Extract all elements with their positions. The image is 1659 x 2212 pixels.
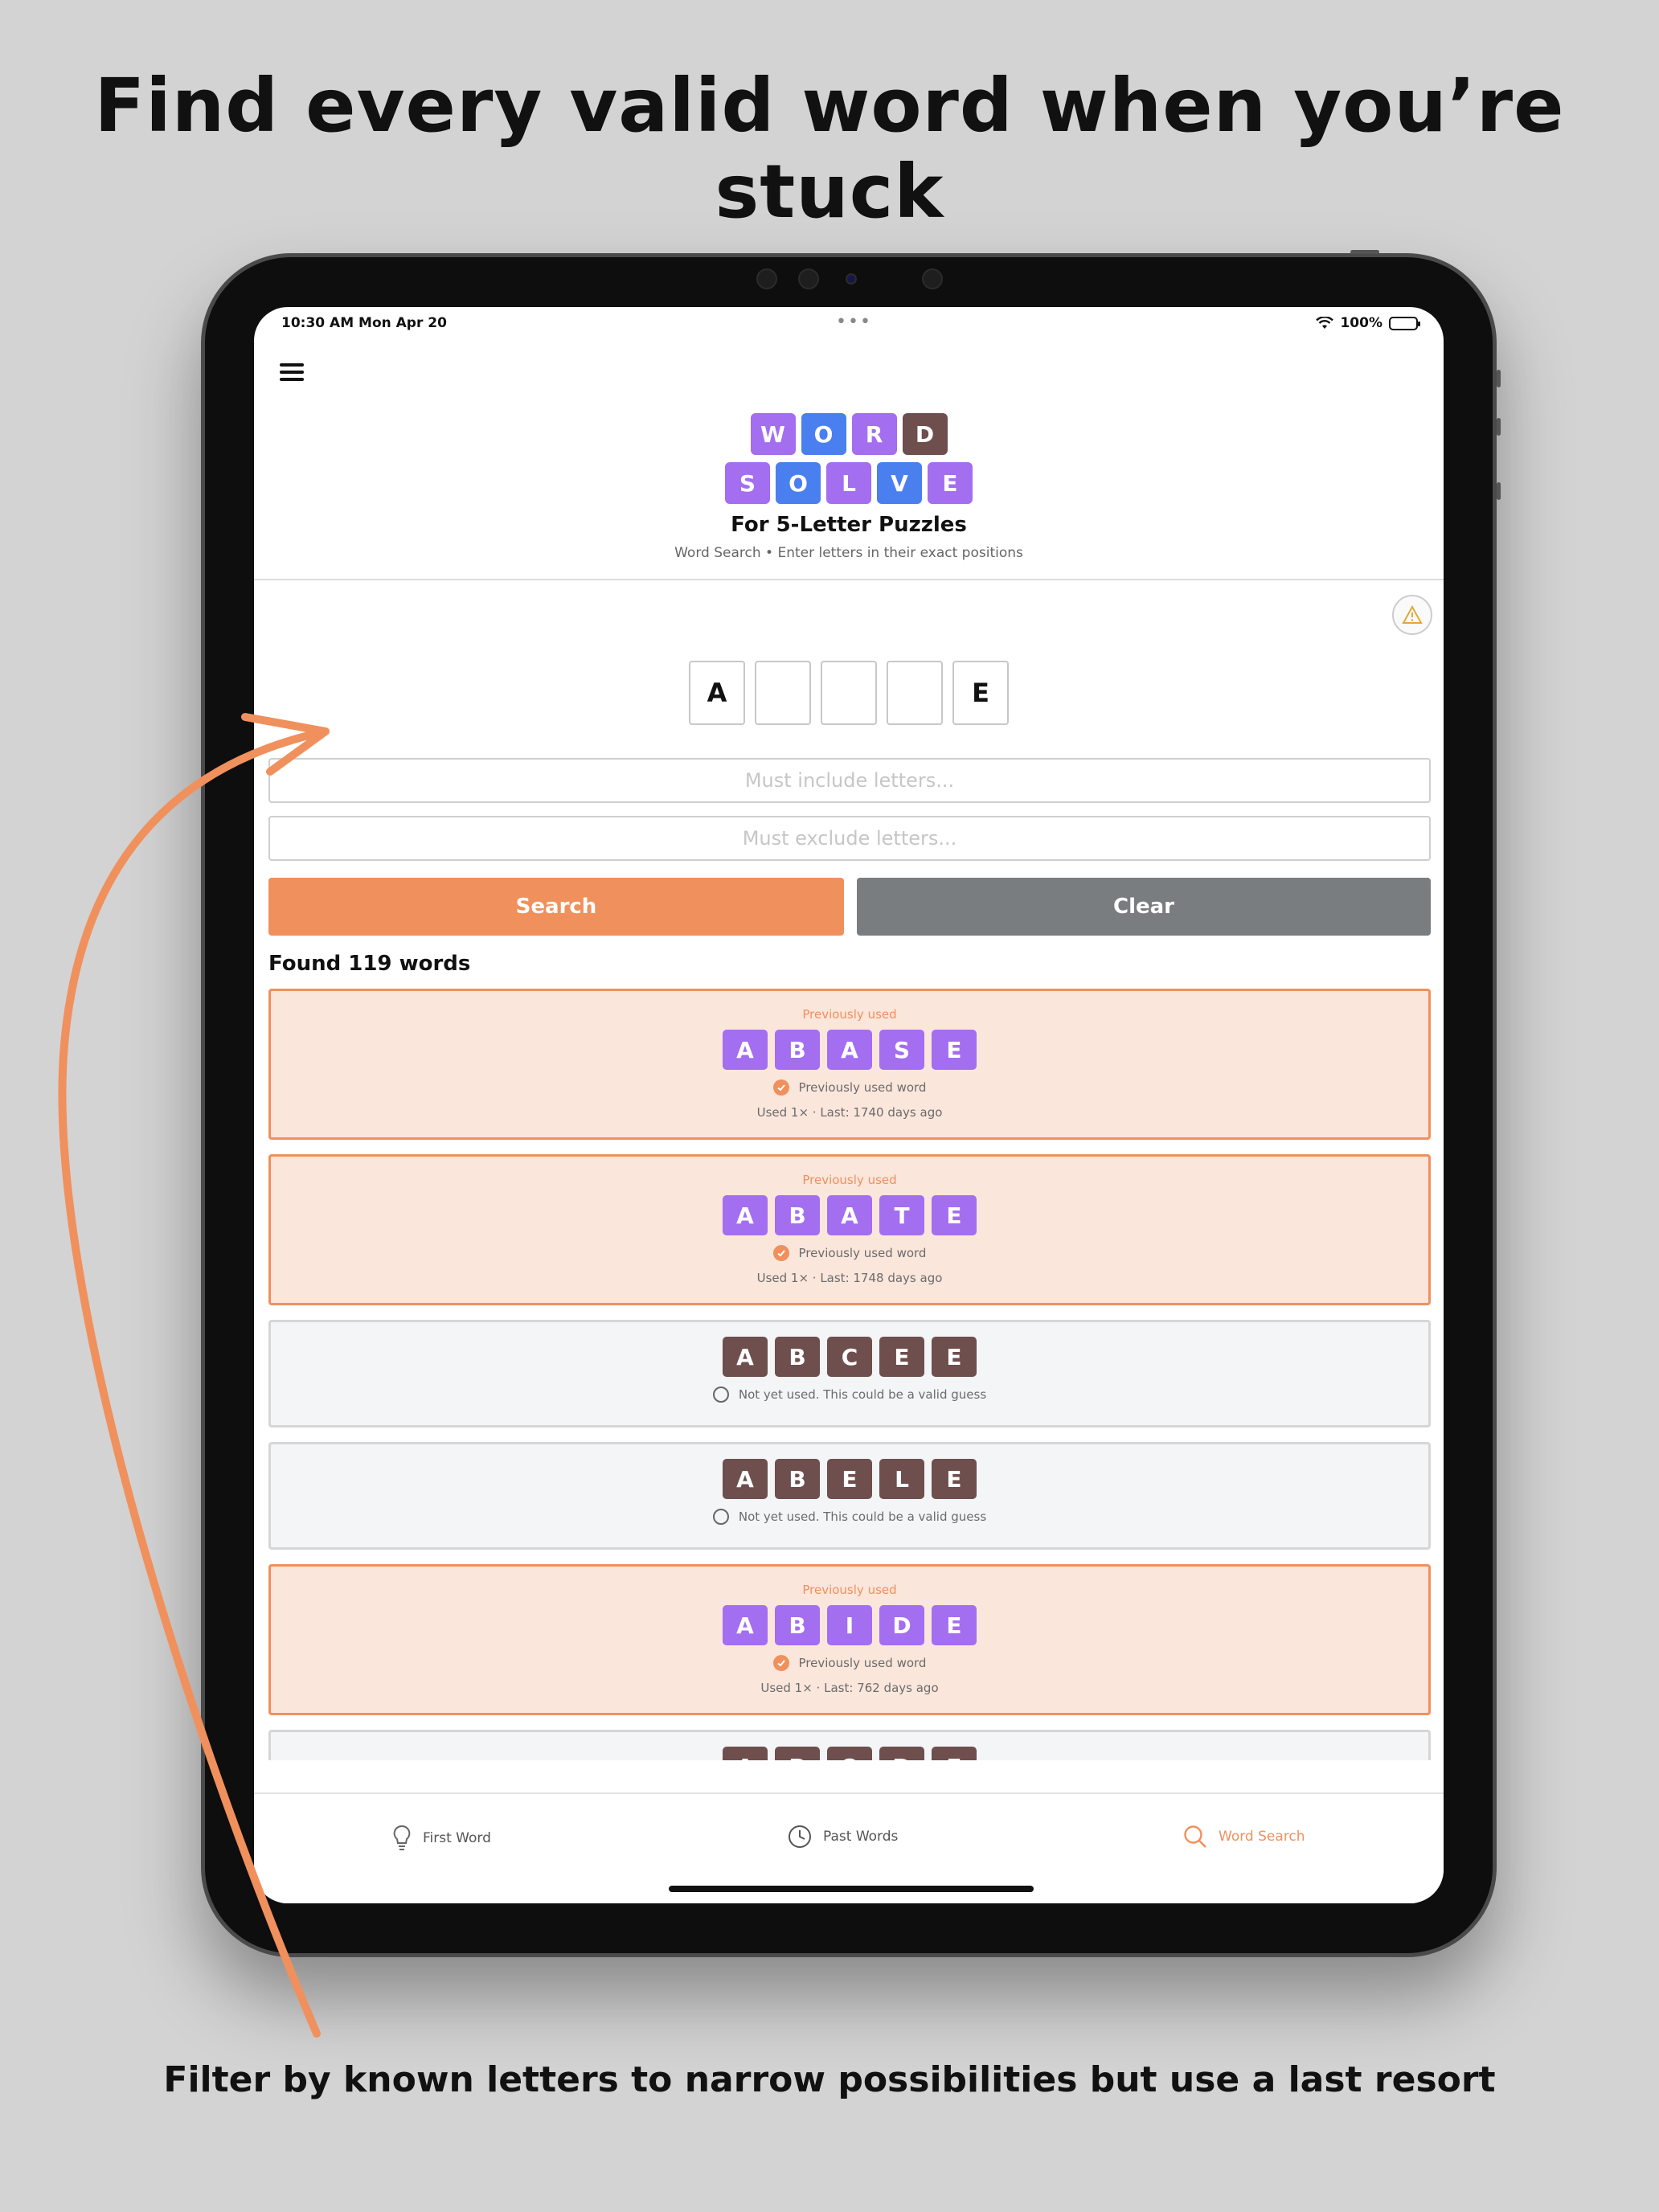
- caption: Filter by known letters to narrow possib…: [163, 2059, 1496, 2100]
- curved-arrow-icon: [58, 713, 330, 2038]
